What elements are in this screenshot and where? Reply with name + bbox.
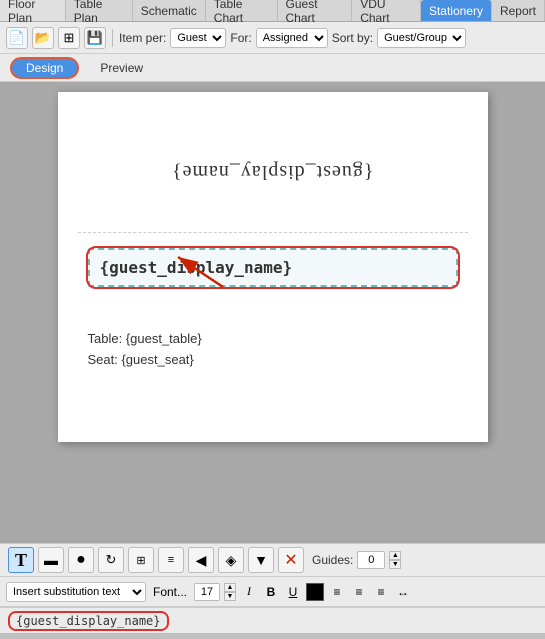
arrow-left-btn[interactable]: ◀ xyxy=(188,547,214,573)
icon-toolbar: T ▬ ● ↻ ⊞ ≡ ◀ ◈ ▼ ✕ Guides: ▲ ▼ xyxy=(0,543,545,577)
main-toolbar: 📄 📂 ⊞ 💾 Item per: Guest For: Assigned So… xyxy=(0,22,545,54)
tab-report[interactable]: Report xyxy=(492,0,545,21)
tab-stationery[interactable]: Stationery xyxy=(421,0,492,21)
guides-label: Guides: xyxy=(312,553,353,567)
new-icon[interactable]: 📄 xyxy=(6,27,28,49)
down-btn[interactable]: ▼ xyxy=(248,547,274,573)
tab-floor-plan[interactable]: Floor Plan xyxy=(0,0,66,21)
main-area: {guest_display_name} {guest_display_name… xyxy=(0,82,545,543)
expand-btn[interactable]: ↔ xyxy=(394,582,412,602)
sub-text-display: {guest_display_name} xyxy=(8,611,169,631)
align-center-btn[interactable]: ≡ xyxy=(350,582,368,602)
bold-btn[interactable]: B xyxy=(262,582,280,602)
align-right-btn[interactable]: ≡ xyxy=(372,582,390,602)
other-text-lines: Table: {guest_table} Seat: {guest_seat} xyxy=(88,329,458,371)
font-size-input[interactable] xyxy=(194,583,220,601)
seat-line: Seat: {guest_seat} xyxy=(88,350,458,371)
table-line: Table: {guest_table} xyxy=(88,329,458,350)
guides-input[interactable] xyxy=(357,551,385,569)
sort-by-label: Sort by: xyxy=(332,31,373,45)
italic-btn[interactable]: I xyxy=(240,582,258,602)
font-size-stepper[interactable]: ▲ ▼ xyxy=(224,583,236,601)
page-top-area: {guest_display_name} xyxy=(78,112,468,233)
sub-bar: {guest_display_name} xyxy=(0,607,545,633)
stepper-up[interactable]: ▲ xyxy=(389,551,401,560)
tab-table-plan[interactable]: Table Plan xyxy=(66,0,133,21)
item-per-select[interactable]: Guest xyxy=(170,28,226,48)
item-per-label: Item per: xyxy=(119,31,166,45)
font-size-down[interactable]: ▼ xyxy=(224,592,236,601)
list-btn[interactable]: ≡ xyxy=(158,547,184,573)
page-bottom-area: {guest_display_name} xyxy=(78,233,468,422)
sort-by-select[interactable]: Guest/Group xyxy=(377,28,466,48)
open-icon[interactable]: 📂 xyxy=(32,27,54,49)
align-left-btn[interactable]: ≡ xyxy=(328,582,346,602)
table-btn[interactable]: ⊞ xyxy=(128,547,154,573)
tab-vdu-chart[interactable]: VDU Chart xyxy=(352,0,421,21)
insert-substitution-select[interactable]: Insert substitution text xyxy=(6,582,146,602)
underline-btn[interactable]: U xyxy=(284,582,302,602)
sub-text-value: {guest_display_name} xyxy=(16,614,161,628)
image-tool-btn[interactable]: ▬ xyxy=(38,547,64,573)
separator xyxy=(112,29,113,47)
font-button[interactable]: Font... xyxy=(150,582,190,602)
tab-design[interactable]: Design xyxy=(10,57,79,79)
delete-btn[interactable]: ✕ xyxy=(278,547,304,573)
rotate-tool-btn[interactable]: ↻ xyxy=(98,547,124,573)
nav-tabs: Floor Plan Table Plan Schematic Table Ch… xyxy=(0,0,545,22)
selected-text-box[interactable]: {guest_display_name} xyxy=(88,248,458,287)
color-swatch[interactable] xyxy=(306,583,324,601)
for-select[interactable]: Assigned xyxy=(256,28,328,48)
circle-tool-btn[interactable]: ● xyxy=(68,547,94,573)
guides-stepper[interactable]: ▲ ▼ xyxy=(389,551,401,569)
stationery-page: {guest_display_name} {guest_display_name… xyxy=(58,92,488,442)
tab-guest-chart[interactable]: Guest Chart xyxy=(278,0,353,21)
upside-down-text: {guest_display_name} xyxy=(171,160,374,183)
text-toolbar: Insert substitution text Font... ▲ ▼ I B… xyxy=(0,577,545,607)
for-label: For: xyxy=(230,31,251,45)
tab-table-chart[interactable]: Table Chart xyxy=(206,0,278,21)
font-size-up[interactable]: ▲ xyxy=(224,583,236,592)
tab-preview[interactable]: Preview xyxy=(85,58,158,78)
layers-btn[interactable]: ◈ xyxy=(218,547,244,573)
grid-icon[interactable]: ⊞ xyxy=(58,27,80,49)
text-tool-btn[interactable]: T xyxy=(8,547,34,573)
canvas-wrapper[interactable]: {guest_display_name} {guest_display_name… xyxy=(0,82,545,543)
stepper-down[interactable]: ▼ xyxy=(389,560,401,569)
view-tabs: Design Preview xyxy=(0,54,545,82)
save-icon[interactable]: 💾 xyxy=(84,27,106,49)
tab-schematic[interactable]: Schematic xyxy=(133,0,206,21)
